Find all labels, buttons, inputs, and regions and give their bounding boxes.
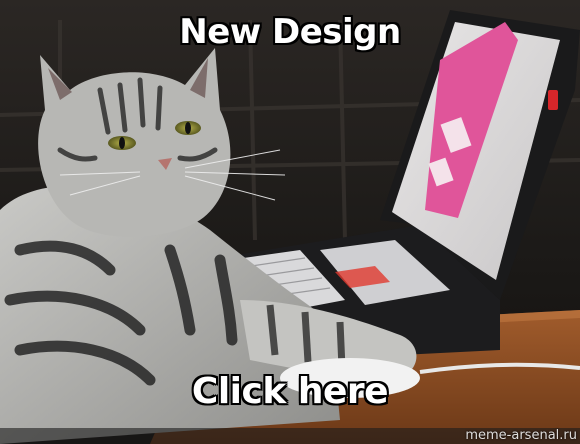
watermark: meme-arsenal.ru <box>465 428 577 443</box>
meme-image: New Design Click here meme-arsenal.ru <box>0 0 580 444</box>
screen-clip <box>548 90 558 110</box>
top-caption: New Design <box>179 12 401 52</box>
bottom-caption: Click here <box>191 371 389 412</box>
